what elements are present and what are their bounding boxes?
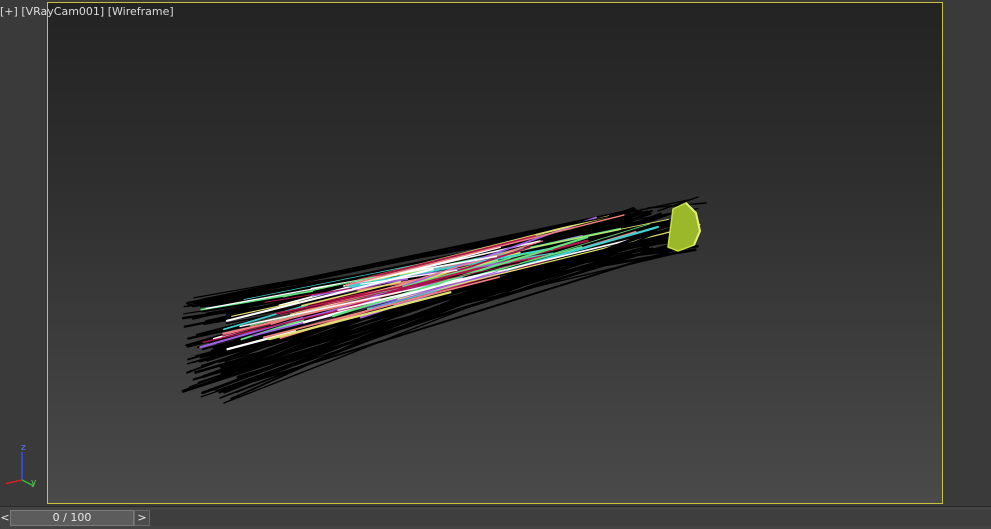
y-axis-label: y (31, 478, 37, 488)
timeline-track[interactable] (150, 510, 991, 526)
viewport-menu-plus[interactable]: [+] (0, 5, 18, 18)
hair-strands-wireframe[interactable] (48, 3, 942, 503)
viewport-camera-menu[interactable]: [VRayCam001] (21, 5, 104, 18)
viewport-label: [+] [VRayCam001] [Wireframe] (0, 4, 174, 20)
axis-gizmo: z y (3, 443, 48, 494)
x-axis-line (3, 479, 23, 485)
z-axis-label: z (21, 443, 26, 453)
safe-frame (47, 2, 943, 504)
viewport-shading-menu[interactable]: [Wireframe] (108, 5, 174, 18)
viewport[interactable]: [+] [VRayCam001] [Wireframe] z y (0, 0, 991, 506)
strand-group (181, 196, 707, 404)
axis-gizmo-lines (3, 452, 35, 487)
hair-root-cap (667, 202, 702, 252)
time-slider-bar: < 0 / 100 > (0, 506, 991, 529)
time-slider[interactable]: 0 / 100 (10, 510, 134, 526)
previous-frame-button[interactable]: < (0, 511, 10, 525)
next-frame-button[interactable]: > (134, 510, 150, 526)
